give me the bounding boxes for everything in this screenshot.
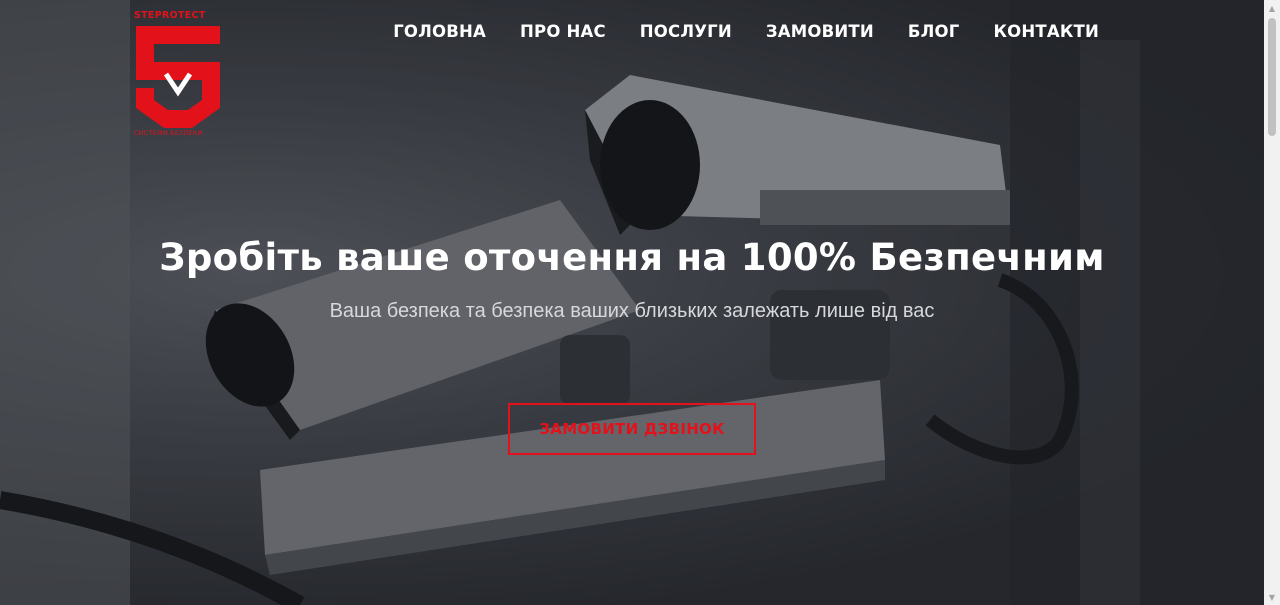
scroll-down-arrow-icon[interactable]: ▼	[1264, 589, 1280, 605]
scroll-up-arrow-icon[interactable]: ▲	[1264, 0, 1280, 16]
logo-bottom-text: СИСТЕМИ БЕЗПЕКИ	[134, 129, 203, 137]
site-logo[interactable]: STEPROTECT СИСТЕМИ БЕЗПЕКИ	[132, 10, 224, 140]
hero-subtitle: Ваша безпека та безпека ваших близьких з…	[329, 300, 935, 322]
order-call-button[interactable]: ЗАМОВИТИ ДЗВІНОК	[508, 403, 756, 455]
hero-title: Зробіть ваше оточення на 100% Безпечним	[159, 236, 1105, 279]
nav-item-about[interactable]: ПРО НАС	[503, 22, 623, 41]
nav-item-home[interactable]: ГОЛОВНА	[376, 22, 503, 41]
logo-top-text: STEPROTECT	[134, 10, 206, 21]
nav-item-services[interactable]: ПОСЛУГИ	[623, 22, 749, 41]
scroll-thumb[interactable]	[1268, 18, 1276, 136]
nav-item-order[interactable]: ЗАМОВИТИ	[749, 22, 891, 41]
nav-item-blog[interactable]: БЛОГ	[891, 22, 977, 41]
page-scrollbar[interactable]: ▲ ▼	[1264, 0, 1280, 605]
hero-section: STEPROTECT СИСТЕМИ БЕЗПЕКИ ГОЛОВНА ПРО Н…	[0, 0, 1264, 605]
main-nav: ГОЛОВНА ПРО НАС ПОСЛУГИ ЗАМОВИТИ БЛОГ КО…	[376, 22, 1116, 41]
shield-s-logo-icon	[136, 26, 220, 128]
nav-item-contacts[interactable]: КОНТАКТИ	[977, 22, 1117, 41]
